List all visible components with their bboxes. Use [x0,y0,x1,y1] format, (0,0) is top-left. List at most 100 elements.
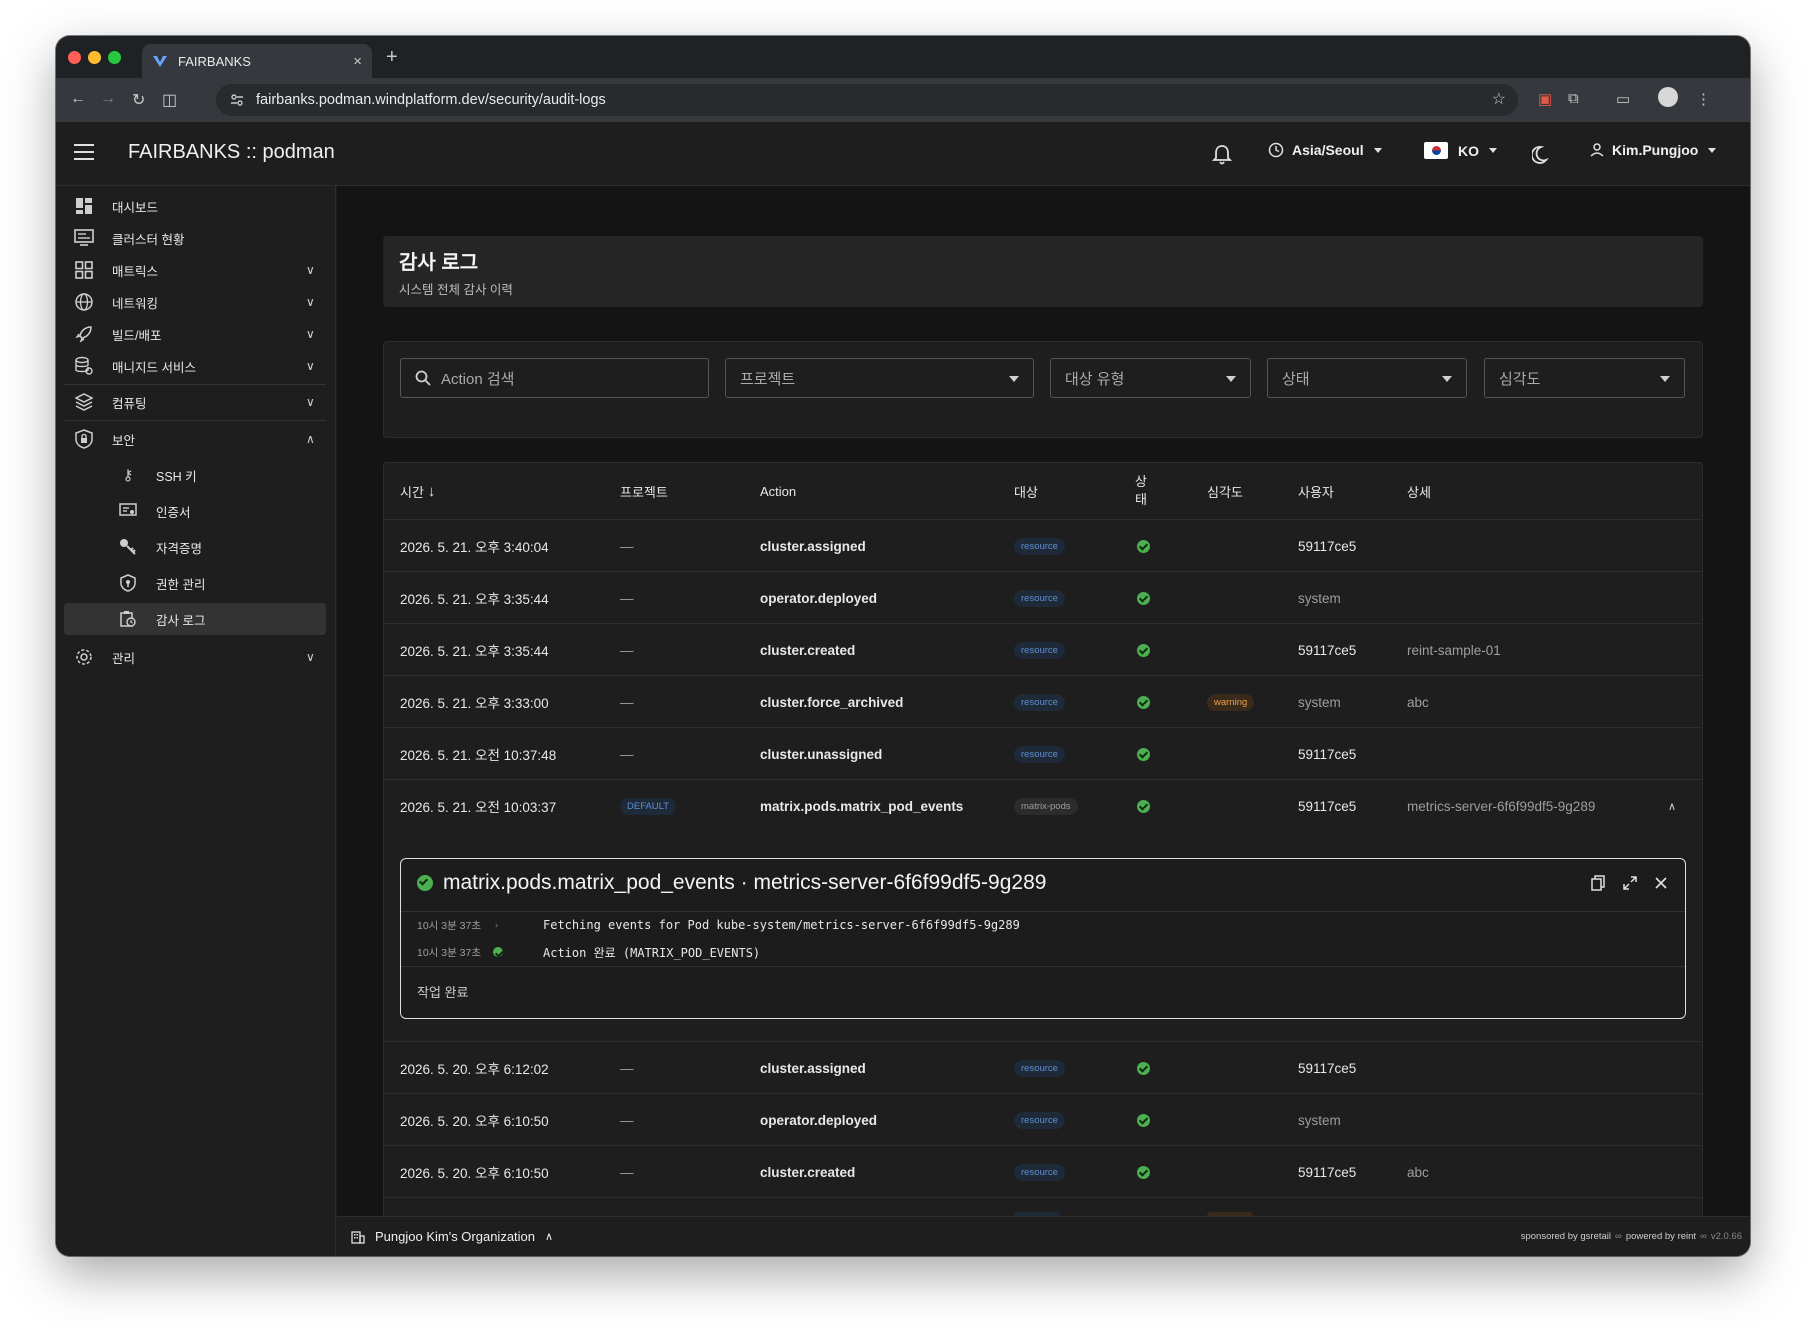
sidebar-item-cluster-status[interactable]: 클러스터 현황 [64,222,326,254]
project-cell: — [620,590,634,606]
severity-select[interactable]: 심각도 [1484,358,1685,398]
back-icon[interactable]: ← [70,90,86,108]
action-cell: cluster.force_archived [760,694,904,710]
search-placeholder: Action 검색 [441,370,515,388]
menu-hamburger-icon[interactable] [74,144,94,165]
timezone-selector[interactable]: Asia/Seoul [1268,142,1382,158]
notification-bell-icon[interactable] [1212,144,1232,166]
sidebar-subitem-audit-logs[interactable]: 감사 로그 [64,603,326,635]
close-window-button[interactable] [68,51,81,64]
sidebar-subitem-credentials[interactable]: 자격증명 [64,531,326,563]
target-badge: resource [1014,1111,1065,1129]
sidebar-subitem-permissions[interactable]: 권한 관리 [64,567,326,599]
copy-icon[interactable] [1591,875,1605,891]
sidebar-item-dashboard[interactable]: 대시보드 [64,190,326,222]
sidebar-item-management[interactable]: 관리 ∨ [64,641,326,673]
app-title: FAIRBANKS :: podman [128,141,335,163]
table-row-expanded[interactable]: 2026. 5. 21. 오전 10:03:37 DEFAULT matrix.… [384,779,1702,831]
site-info-icon[interactable] [230,93,244,107]
action-cell: cluster.created [760,642,856,658]
user-cell: system [1298,694,1341,710]
page-subtitle: 시스템 전체 감사 이력 [399,283,513,297]
user-menu[interactable]: Kim.Pungjoo [1590,142,1717,158]
cast-icon[interactable]: ▭ [1616,90,1630,108]
sidebar-item-matrix[interactable]: 매트릭스 ∨ [64,254,326,286]
action-cell: cluster.created [760,1164,856,1180]
organization-selector[interactable]: Pungjoo Kim's Organization ∧ [351,1229,553,1244]
bookmark-star-icon[interactable]: ☆ [1492,89,1506,109]
table-row[interactable]: 2026. 5. 20. 오후 6:12:02 — cluster.assign… [384,1041,1702,1093]
search-icon [415,370,431,386]
person-icon [1590,143,1604,157]
minimize-window-button[interactable] [88,51,101,64]
expand-icon[interactable] [1623,876,1637,890]
dropdown-arrow-icon [1226,376,1236,382]
column-header-time[interactable]: 시간 ↓ [400,463,435,519]
status-select[interactable]: 상태 [1267,358,1467,398]
log-line: 10시 3분 37초 Action 완료 (MATRIX_POD_EVENTS) [417,939,760,965]
address-bar[interactable]: fairbanks.podman.windplatform.dev/securi… [216,84,1518,116]
sidebar-subitem-label: SSH 키 [156,469,197,484]
sidebar-item-managed-services[interactable]: 매니지드 서비스 ∨ [64,350,326,382]
target-badge: resource [1014,693,1065,711]
forward-icon[interactable]: → [100,90,116,108]
language-selector[interactable]: KO [1424,142,1497,159]
user-name: Kim.Pungjoo [1612,142,1699,158]
key-person-icon: ⚷ [122,467,134,484]
maximize-window-button[interactable] [108,51,121,64]
extension-icon[interactable]: ▣ [1538,90,1552,108]
organization-name: Pungjoo Kim's Organization [375,1229,536,1244]
target-type-select[interactable]: 대상 유형 [1050,358,1251,398]
certificate-icon [108,503,148,519]
table-row-partial [384,1197,1702,1220]
tab-strip: FAIRBANKS × + [56,36,1750,78]
page-header: 감사 로그 시스템 전체 감사 이력 [383,236,1703,307]
detail-title: matrix.pods.matrix_pod_events · metrics-… [417,871,1046,895]
sidebar-item-label: 네트워킹 [112,296,159,311]
sidebar-item-security[interactable]: 보안 ∧ [64,423,326,455]
project-select[interactable]: 프로젝트 [725,358,1034,398]
table-row[interactable]: 2026. 5. 21. 오전 10:37:48 — cluster.unass… [384,727,1702,779]
sidebar-subitem-label: 인증서 [156,505,191,520]
status-success-icon [1137,695,1150,709]
status-success-icon [1137,799,1150,813]
project-cell: — [620,1164,634,1180]
split-view-icon[interactable]: ◫ [162,90,177,110]
sidebar-subitem-ssh-keys[interactable]: ⚷ SSH 키 [64,459,326,491]
sidebar-subitem-certificates[interactable]: 인증서 [64,495,326,527]
sidebar-item-build-deploy[interactable]: 빌드/배포 ∨ [64,318,326,350]
main-content: 감사 로그 시스템 전체 감사 이력 Action 검색 프로젝트 대상 유형 … [337,186,1750,1256]
tab-close-icon[interactable]: × [353,53,362,70]
collapse-chevron-icon[interactable]: ∧ [1668,780,1676,832]
table-row[interactable]: 2026. 5. 21. 오후 3:35:44 — cluster.create… [384,623,1702,675]
table-row[interactable]: 2026. 5. 20. 오후 6:10:50 — cluster.create… [384,1145,1702,1197]
target-badge: resource [1014,641,1065,659]
sidebar-item-label: 클러스터 현황 [112,232,185,247]
new-tab-button[interactable]: + [386,46,398,69]
reload-icon[interactable]: ↻ [132,90,145,110]
time-cell: 2026. 5. 21. 오후 3:35:44 [400,592,549,607]
table-row[interactable]: 2026. 5. 21. 오후 3:33:00 — cluster.force_… [384,675,1702,727]
sort-down-arrow-icon: ↓ [427,482,436,500]
table-row[interactable]: 2026. 5. 20. 오후 6:10:50 — operator.deplo… [384,1093,1702,1145]
divider [401,966,1685,967]
profile-avatar[interactable] [1658,87,1678,107]
sidebar-item-computing[interactable]: 컴퓨팅 ∨ [64,386,326,418]
log-arrow-icon: › [495,920,499,930]
sidebar-item-networking[interactable]: 네트워킹 ∨ [64,286,326,318]
table-row[interactable]: 2026. 5. 21. 오후 3:35:44 — operator.deplo… [384,571,1702,623]
log-success-icon [493,947,504,957]
close-icon[interactable] [1655,877,1667,889]
log-message: Action 완료 (MATRIX_POD_EVENTS) [543,945,761,960]
chevron-up-icon: ∧ [306,432,315,446]
table-row[interactable]: 2026. 5. 21. 오후 3:40:04 — cluster.assign… [384,519,1702,571]
dark-mode-moon-icon[interactable] [1532,144,1552,164]
browser-menu-icon[interactable]: ⋮ [1696,90,1711,108]
tab-title: FAIRBANKS [178,53,251,69]
search-input[interactable]: Action 검색 [400,358,709,398]
page-title: 감사 로그 [399,252,479,274]
browser-tab[interactable]: FAIRBANKS × [142,44,372,78]
time-cell: 2026. 5. 20. 오후 6:10:50 [400,1166,549,1181]
status-success-icon [1137,1165,1150,1179]
extensions-puzzle-icon[interactable]: ⧉ [1568,90,1579,107]
